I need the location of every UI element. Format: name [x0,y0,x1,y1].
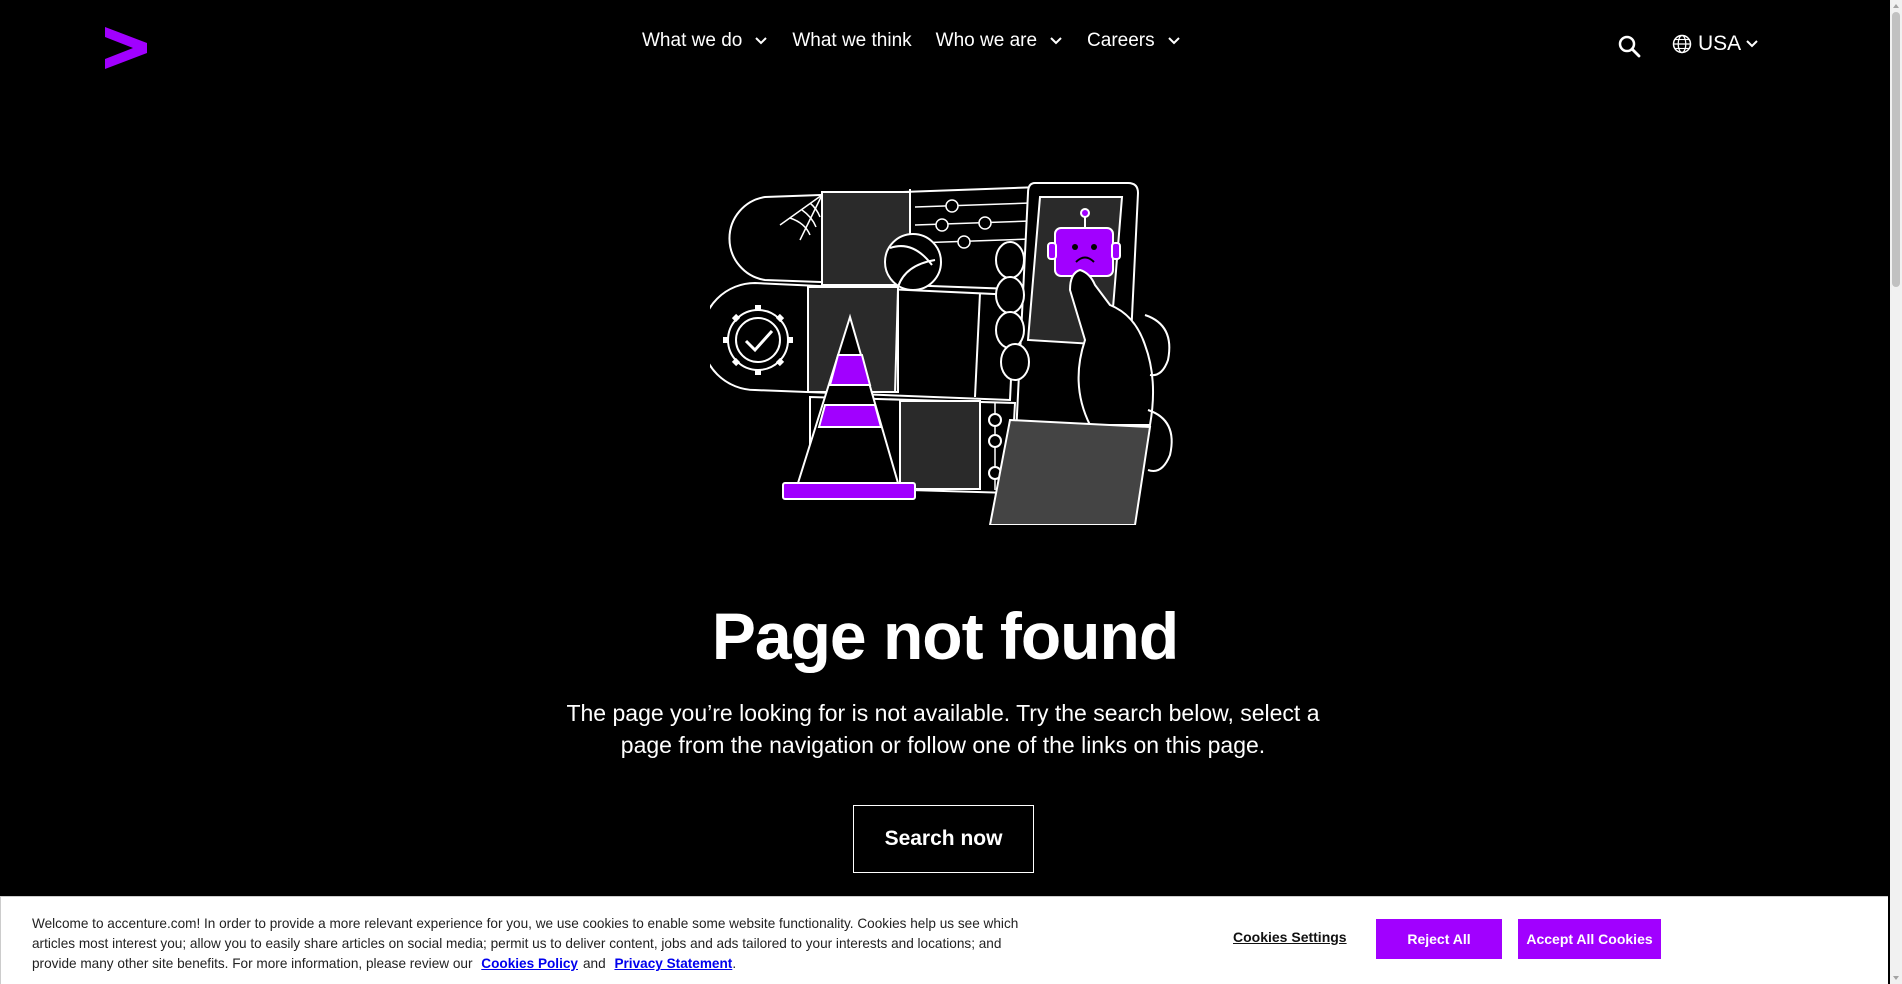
scroll-up-arrow-icon[interactable] [1890,0,1902,12]
accept-all-cookies-button[interactable]: Accept All Cookies [1518,919,1661,959]
locale-label: USA [1698,32,1742,55]
chevron-down-icon [1050,37,1062,45]
cookie-message: Welcome to accenture.com! In order to pr… [32,914,1032,974]
site-header: What we do What we think Who we are Care… [0,0,1890,94]
cookies-settings-button[interactable]: Cookies Settings [1233,929,1347,945]
page-description: The page you’re looking for is not avail… [566,700,1320,758]
page-title: Page not found [711,599,1179,673]
search-now-button[interactable]: Search now [853,805,1034,873]
privacy-statement-link[interactable]: Privacy Statement [614,956,732,971]
nav-item-what-we-do[interactable]: What we do [642,30,768,52]
globe-icon [1672,34,1692,54]
cookie-banner: Welcome to accenture.com! In order to pr… [0,896,1888,984]
locale-selector[interactable]: USA [1672,32,1759,56]
accenture-logo[interactable] [105,27,147,69]
nav-item-what-we-think[interactable]: What we think [792,30,911,52]
page-scrollbar[interactable] [1890,0,1902,984]
scrollbar-thumb[interactable] [1892,12,1900,287]
main-nav: What we do What we think Who we are Care… [642,30,1205,52]
hand-icon [988,241,1173,525]
chevron-down-icon [1746,40,1758,48]
nav-label: What we think [792,30,912,51]
scroll-down-arrow-icon[interactable] [1890,972,1902,984]
nav-item-careers[interactable]: Careers [1087,30,1181,52]
cookie-period: . [732,956,737,971]
page-not-found-illustration [710,182,1173,525]
nav-label: Careers [1087,30,1155,51]
cookie-and-text: and [582,956,606,971]
chevron-down-icon [1167,37,1180,45]
chevron-down-icon [755,37,768,45]
nav-label: Who we are [935,30,1038,51]
reject-all-button[interactable]: Reject All [1376,919,1502,959]
search-icon[interactable] [1617,34,1641,58]
nav-label: What we do [642,30,743,51]
nav-item-who-we-are[interactable]: Who we are [936,30,1063,52]
cookies-policy-link[interactable]: Cookies Policy [481,956,578,971]
